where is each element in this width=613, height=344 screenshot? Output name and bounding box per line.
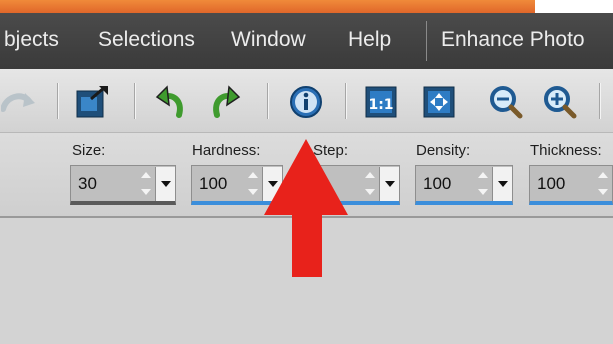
hardness-label: Hardness: xyxy=(192,142,261,159)
info-icon[interactable] xyxy=(287,83,325,121)
size-field[interactable]: 30 xyxy=(70,165,176,205)
menu-enhance-photo[interactable]: Enhance Photo xyxy=(441,28,585,52)
density-value[interactable]: 100 xyxy=(416,174,474,194)
thickness-spinner[interactable] xyxy=(594,167,612,201)
red-arrow-annotation-icon xyxy=(264,139,348,277)
density-spinner[interactable] xyxy=(474,167,492,201)
save-export-icon[interactable] xyxy=(73,83,111,121)
hardness-value[interactable]: 100 xyxy=(192,174,244,194)
fit-to-window-icon[interactable] xyxy=(420,83,458,121)
menu-window[interactable]: Window xyxy=(231,28,306,52)
rotate-right-icon[interactable] xyxy=(207,83,245,121)
accent-bar-notch xyxy=(535,0,613,13)
zoom-in-icon[interactable] xyxy=(541,83,579,121)
svg-text:1:1: 1:1 xyxy=(368,97,393,113)
app-accent-bar xyxy=(0,0,613,13)
step-spinner[interactable] xyxy=(361,167,379,201)
density-label: Density: xyxy=(416,142,471,159)
menu-separator xyxy=(426,21,427,61)
menu-help[interactable]: Help xyxy=(348,28,391,52)
size-dropdown-icon[interactable] xyxy=(155,166,175,201)
zoom-out-icon[interactable] xyxy=(487,83,525,121)
main-toolbar: 1:1 xyxy=(0,69,613,133)
density-field[interactable]: 100 xyxy=(415,165,513,205)
actual-size-icon[interactable]: 1:1 xyxy=(362,83,400,121)
rotate-left-icon[interactable] xyxy=(151,83,189,121)
size-value[interactable]: 30 xyxy=(71,174,137,194)
size-spinner[interactable] xyxy=(137,167,155,201)
redo-faded-icon[interactable] xyxy=(0,83,38,121)
thickness-label: Thickness: xyxy=(530,142,602,159)
density-dropdown-icon[interactable] xyxy=(492,166,512,201)
menu-selections[interactable]: Selections xyxy=(98,28,195,52)
hardness-spinner[interactable] xyxy=(244,167,262,201)
size-label: Size: xyxy=(72,142,106,159)
step-dropdown-icon[interactable] xyxy=(379,166,399,201)
thickness-value[interactable]: 100 xyxy=(530,174,594,194)
menu-objects[interactable]: bjects xyxy=(4,28,59,52)
menu-bar: bjects Selections Window Help Enhance Ph… xyxy=(0,13,613,69)
thickness-field[interactable]: 100 xyxy=(529,165,613,205)
